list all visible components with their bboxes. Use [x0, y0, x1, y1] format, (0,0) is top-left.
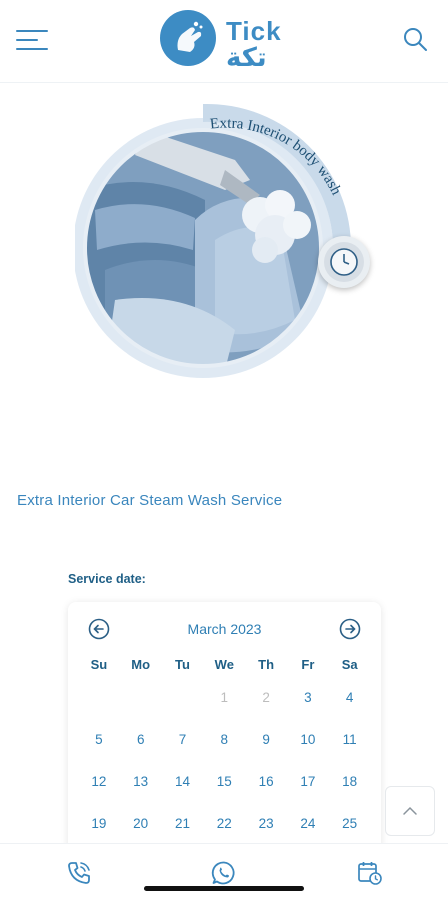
calendar-day[interactable]: 17: [287, 774, 329, 789]
logo-hand-icon: [160, 10, 216, 66]
menu-button[interactable]: [16, 30, 48, 52]
calendar-day[interactable]: 10: [287, 732, 329, 747]
weekday-header-row: Su Mo Tu We Th Fr Sa: [78, 652, 371, 676]
calendar-day[interactable]: 24: [287, 816, 329, 831]
calendar-clock-icon: [358, 862, 382, 885]
calendar-day[interactable]: 9: [245, 732, 287, 747]
weekday-label: Tu: [175, 656, 190, 672]
phone-icon: [68, 862, 90, 884]
service-title: Extra Interior Car Steam Wash Service: [17, 492, 283, 509]
hamburger-icon-line: [16, 48, 48, 50]
calendar-day[interactable]: 20: [120, 816, 162, 831]
service-date-label: Service date:: [68, 572, 146, 586]
calendar-day[interactable]: 14: [162, 774, 204, 789]
weekday-label: Mo: [131, 656, 151, 672]
booking-button[interactable]: [357, 860, 383, 886]
calendar-week-row: 5 6 7 8 9 10 11: [78, 718, 371, 760]
bottom-action-bar: [0, 843, 448, 901]
home-indicator: [144, 886, 304, 891]
weekday-label: Fr: [301, 656, 315, 672]
calendar-day[interactable]: 5: [78, 732, 120, 747]
calendar-day[interactable]: 25: [329, 816, 371, 831]
calendar-day-disabled: 2: [262, 689, 270, 705]
calendar-month-label: March 2023: [187, 621, 262, 637]
calendar-day[interactable]: 16: [245, 774, 287, 789]
next-month-button[interactable]: [339, 618, 361, 640]
weekday-label: Sa: [341, 656, 358, 672]
calendar-day[interactable]: 23: [245, 816, 287, 831]
whatsapp-icon: [211, 861, 235, 885]
calendar-week-row: 19 20 21 22 23 24 25: [78, 802, 371, 844]
brand-logo[interactable]: Tick تكة: [160, 10, 300, 73]
whatsapp-button[interactable]: [211, 860, 237, 886]
weekday-label: Th: [258, 656, 275, 672]
weekday-label: Su: [90, 656, 108, 672]
search-icon: [404, 28, 427, 51]
calendar-grid: Su Mo Tu We Th Fr Sa 1 2 3 4 5 6 7 8 9 1…: [78, 652, 371, 844]
calendar-day-disabled: 1: [220, 689, 229, 705]
calendar-day[interactable]: 4: [329, 690, 371, 705]
calendar-day[interactable]: 8: [203, 732, 245, 747]
scroll-to-top-button[interactable]: [385, 786, 435, 836]
calendar-day[interactable]: 13: [120, 774, 162, 789]
calendar-day[interactable]: 12: [78, 774, 120, 789]
arrow-right-circle-icon: [339, 618, 361, 640]
calendar-day[interactable]: 7: [162, 732, 204, 747]
calendar-day[interactable]: 6: [120, 732, 162, 747]
calendar-day[interactable]: 19: [78, 816, 120, 831]
search-button[interactable]: [402, 26, 428, 52]
calendar-day[interactable]: 22: [203, 816, 245, 831]
clock-icon: [324, 242, 364, 282]
calendar-week-row: 12 13 14 15 16 17 18: [78, 760, 371, 802]
calendar-week-row: 1 2 3 4: [78, 676, 371, 718]
date-picker-calendar: March 2023 Su Mo Tu We Th Fr Sa 1 2 3 4 …: [68, 602, 381, 852]
calendar-day[interactable]: 21: [162, 816, 204, 831]
weekday-label: We: [214, 656, 234, 672]
calendar-day[interactable]: 3: [287, 690, 329, 705]
calendar-day[interactable]: 18: [329, 774, 371, 789]
call-button[interactable]: [66, 860, 92, 886]
app-header: Tick تكة: [0, 0, 448, 83]
calendar-day[interactable]: 11: [329, 732, 371, 747]
calendar-day[interactable]: 15: [203, 774, 245, 789]
hamburger-icon-line: [16, 30, 48, 32]
hamburger-icon-line: [16, 39, 38, 41]
chevron-up-icon: [403, 806, 417, 815]
logo-text-ar: تكة: [226, 43, 267, 73]
duration-badge: [318, 236, 370, 288]
